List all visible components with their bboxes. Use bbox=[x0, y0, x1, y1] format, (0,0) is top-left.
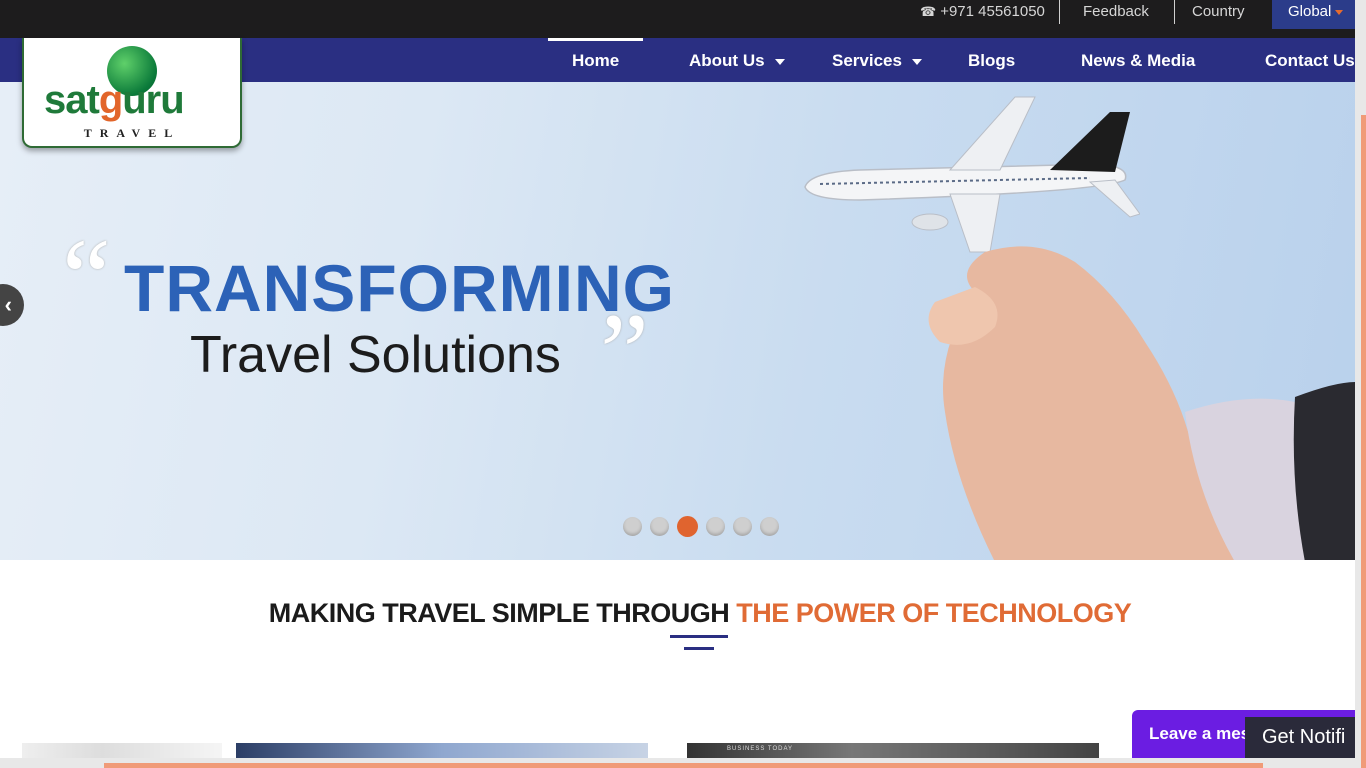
feedback-link[interactable]: Feedback bbox=[1083, 0, 1149, 28]
nav-item-services[interactable]: Services bbox=[832, 38, 922, 82]
phone-icon: ☎ bbox=[920, 4, 937, 19]
heading-underline bbox=[684, 647, 714, 650]
slider-dot[interactable] bbox=[623, 517, 642, 536]
hand-image bbox=[928, 246, 1355, 560]
hero-slider: “ TRANSFORMING Travel Solutions ” ‹ bbox=[0, 82, 1355, 560]
slider-dot[interactable] bbox=[733, 517, 752, 536]
global-label: Global bbox=[1288, 3, 1332, 20]
quote-open-icon: “ bbox=[62, 216, 111, 338]
slider-dot[interactable] bbox=[706, 517, 725, 536]
divider bbox=[1174, 0, 1175, 24]
caret-down-icon bbox=[1335, 9, 1344, 15]
section-heading: MAKING TRAVEL SIMPLE THROUGH THE POWER O… bbox=[0, 598, 1366, 629]
satguru-logo[interactable]: satguru TRAVEL bbox=[22, 38, 242, 148]
slider-dots bbox=[623, 516, 779, 537]
logo-text-g: g bbox=[98, 78, 123, 122]
logo-text-part: uru bbox=[122, 78, 184, 122]
nav-item-home[interactable]: Home bbox=[547, 38, 644, 82]
nav-item-label: Home bbox=[572, 51, 620, 70]
caret-down-icon bbox=[774, 58, 785, 65]
divider bbox=[1059, 0, 1060, 24]
phone-link[interactable]: ☎ +971 45561050 bbox=[920, 0, 1045, 28]
nav-item-blogs[interactable]: Blogs bbox=[968, 38, 1015, 82]
heading-accent: THE POWER OF TECHNOLOGY bbox=[736, 598, 1132, 628]
nav-item-about-us[interactable]: About Us bbox=[689, 38, 785, 82]
global-dropdown[interactable]: Global bbox=[1272, 0, 1355, 29]
phone-number: +971 45561050 bbox=[940, 3, 1045, 20]
quote-close-icon: ” bbox=[600, 291, 649, 413]
chevron-left-icon: ‹ bbox=[4, 292, 12, 317]
nav-item-label: News & Media bbox=[1081, 51, 1196, 70]
nav-item-news-media[interactable]: News & Media bbox=[1081, 38, 1195, 82]
nav-item-label: Blogs bbox=[968, 51, 1016, 70]
caret-down-icon bbox=[911, 58, 922, 65]
slider-prev-button[interactable]: ‹ bbox=[0, 284, 24, 326]
logo-subtitle: TRAVEL bbox=[83, 126, 181, 140]
logo-wordmark: satguru bbox=[44, 78, 185, 123]
nav-item-label: Services bbox=[832, 51, 902, 70]
nav-item-contact-us[interactable]: Contact Us bbox=[1265, 38, 1355, 82]
get-notified-button[interactable]: Get Notifi bbox=[1245, 717, 1355, 758]
scrollbar-thumb[interactable] bbox=[104, 763, 1263, 768]
slider-dot-active[interactable] bbox=[677, 516, 698, 537]
nav-item-label: Contact Us bbox=[1265, 51, 1355, 70]
country-link[interactable]: Country bbox=[1192, 0, 1245, 28]
page: ☎ +971 45561050 Feedback Country Global H… bbox=[0, 0, 1366, 768]
hero-subtitle: Travel Solutions bbox=[190, 326, 561, 384]
hero-title: TRANSFORMING bbox=[124, 251, 675, 325]
logo-text-part: sat bbox=[44, 78, 100, 122]
nav-item-label: About Us bbox=[689, 51, 765, 70]
slider-dot[interactable] bbox=[650, 517, 669, 536]
heading-underline bbox=[670, 635, 728, 638]
thumbnail-label: BUSINESS TODAY bbox=[727, 746, 794, 752]
top-bar: ☎ +971 45561050 Feedback Country Global bbox=[0, 0, 1355, 38]
scrollbar-thumb[interactable] bbox=[1361, 115, 1366, 768]
heading-main: MAKING TRAVEL SIMPLE THROUGH bbox=[268, 598, 737, 628]
slider-dot[interactable] bbox=[760, 517, 779, 536]
